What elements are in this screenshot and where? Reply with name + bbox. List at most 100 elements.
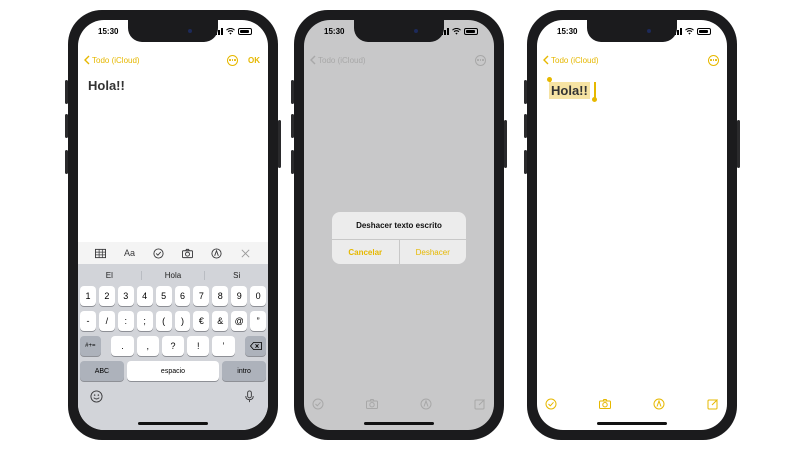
back-label: Todo (iCloud)	[551, 55, 599, 65]
backspace-icon	[249, 342, 262, 350]
camera-icon[interactable]	[181, 248, 193, 259]
suggestion-item[interactable]: El	[78, 271, 141, 280]
keyboard-row-symbols: - / : ; ( ) € & @ ”	[78, 311, 268, 331]
key[interactable]: ?	[161, 336, 185, 356]
emoji-icon[interactable]	[90, 390, 103, 403]
key[interactable]: 5	[155, 286, 172, 306]
back-label: Todo (iCloud)	[318, 55, 366, 65]
phone-screen: 15:30 Todo (iCloud) OK Hola!! Aa El Hola…	[78, 20, 268, 430]
back-button[interactable]: Todo (iCloud)	[84, 55, 140, 65]
undo-alert: Deshacer texto escrito Cancelar Deshacer	[332, 212, 466, 264]
key[interactable]: (	[155, 311, 172, 331]
key[interactable]: ’	[212, 336, 235, 356]
close-icon[interactable]	[240, 248, 251, 259]
key[interactable]: 1	[80, 286, 96, 306]
key[interactable]: 0	[250, 286, 267, 306]
key[interactable]: 4	[136, 286, 153, 306]
key[interactable]: 7	[193, 286, 210, 306]
status-time: 15:30	[557, 26, 578, 36]
key[interactable]: )	[174, 311, 191, 331]
battery-icon	[697, 27, 711, 35]
bottom-toolbar	[537, 396, 727, 412]
chevron-left-icon	[84, 55, 90, 65]
phone-text-selected: 15:30 Todo (iCloud) Hola!!	[524, 10, 740, 440]
key[interactable]: €	[193, 311, 210, 331]
selection-end-bar	[594, 82, 596, 98]
format-toolbar: Aa	[78, 242, 268, 264]
bottom-toolbar	[304, 396, 494, 412]
notch	[354, 20, 444, 42]
back-button[interactable]: Todo (iCloud)	[543, 55, 599, 65]
key[interactable]: 6	[174, 286, 191, 306]
microphone-icon[interactable]	[243, 390, 256, 403]
camera-icon[interactable]	[599, 398, 611, 410]
markup-icon[interactable]	[420, 398, 432, 410]
more-options-icon[interactable]	[475, 54, 486, 66]
keyboard-extras	[78, 386, 268, 403]
undo-button[interactable]: Deshacer	[398, 240, 467, 264]
compose-icon[interactable]	[707, 398, 719, 410]
home-indicator[interactable]	[138, 422, 208, 425]
key[interactable]: ;	[136, 311, 153, 331]
key[interactable]: /	[98, 311, 115, 331]
table-icon[interactable]	[94, 248, 106, 259]
selected-note-text[interactable]: Hola!!	[549, 82, 590, 99]
abc-key[interactable]: ABC	[80, 361, 124, 381]
checklist-icon[interactable]	[312, 398, 324, 410]
key[interactable]: @	[231, 311, 248, 331]
selection-end-handle[interactable]	[592, 97, 597, 102]
markup-icon[interactable]	[211, 247, 222, 259]
more-options-icon[interactable]	[708, 54, 719, 66]
phone-editing: 15:30 Todo (iCloud) OK Hola!! Aa El Hola…	[65, 10, 281, 440]
back-button[interactable]: Todo (iCloud)	[310, 55, 366, 65]
more-options-icon[interactable]	[227, 54, 238, 66]
checklist-icon[interactable]	[545, 398, 557, 410]
delete-key[interactable]	[245, 336, 266, 356]
symbols-key[interactable]: #+=	[80, 336, 101, 356]
nav-bar: Todo (iCloud)	[537, 50, 727, 70]
key[interactable]: -	[80, 311, 96, 331]
notch	[587, 20, 677, 42]
space-key[interactable]: espacio	[126, 361, 220, 381]
home-indicator[interactable]	[597, 422, 667, 425]
notch	[128, 20, 218, 42]
keyboard-row-bottom: ABC espacio intro	[78, 361, 268, 381]
key[interactable]: !	[187, 336, 210, 356]
key[interactable]: ,	[136, 336, 159, 356]
markup-icon[interactable]	[653, 398, 665, 410]
key[interactable]: 8	[212, 286, 229, 306]
cancel-button[interactable]: Cancelar	[332, 240, 399, 264]
note-text[interactable]: Hola!!	[88, 78, 125, 93]
status-time: 15:30	[98, 26, 119, 36]
key[interactable]: ”	[250, 311, 267, 331]
keyboard: Aa El Hola Si 1 2 3 4 5 6 7 8 9 0 - /: …	[78, 242, 268, 430]
status-time: 15:30	[324, 26, 345, 36]
key[interactable]: 3	[117, 286, 134, 306]
compose-icon[interactable]	[474, 398, 486, 410]
key[interactable]: :	[117, 311, 134, 331]
home-indicator[interactable]	[364, 422, 434, 425]
phone-undo-alert: 15:30 Todo (iCloud) Deshacer texto escri…	[291, 10, 507, 440]
wifi-icon	[452, 27, 461, 35]
wifi-icon	[685, 27, 694, 35]
nav-bar: Todo (iCloud)	[304, 50, 494, 70]
phone-screen: 15:30 Todo (iCloud) Deshacer texto escri…	[304, 20, 494, 430]
format-text-button[interactable]: Aa	[124, 248, 135, 258]
key[interactable]: 9	[231, 286, 248, 306]
ok-button[interactable]: OK	[248, 56, 260, 65]
nav-bar: Todo (iCloud) OK	[78, 50, 268, 70]
suggestion-item[interactable]: Si	[204, 270, 268, 280]
keyboard-row-punctuation: #+= . , ? ! ’	[78, 336, 268, 356]
keyboard-row-numbers: 1 2 3 4 5 6 7 8 9 0	[78, 286, 268, 306]
key[interactable]: .	[111, 336, 134, 356]
chevron-left-icon	[310, 55, 316, 65]
checklist-icon[interactable]	[153, 247, 164, 259]
key[interactable]: 2	[98, 286, 115, 306]
wifi-icon	[226, 27, 235, 35]
return-key[interactable]: intro	[222, 361, 266, 381]
suggestion-bar: El Hola Si	[78, 264, 268, 286]
camera-icon[interactable]	[366, 398, 378, 410]
suggestion-item[interactable]: Hola	[140, 270, 205, 280]
alert-title: Deshacer texto escrito	[332, 212, 466, 240]
key[interactable]: &	[212, 311, 229, 331]
